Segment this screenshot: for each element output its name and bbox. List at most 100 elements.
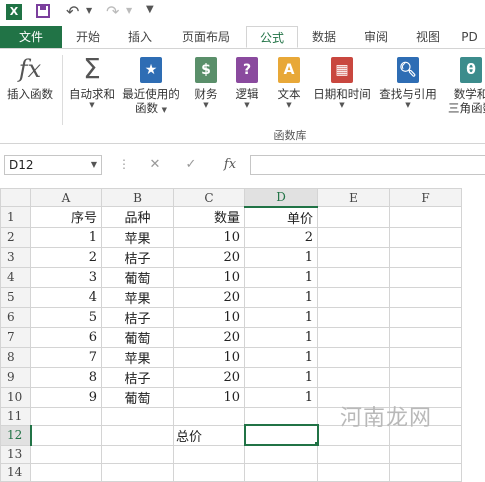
cell[interactable]: 10 [173, 266, 245, 288]
cell[interactable]: 2 [244, 226, 318, 248]
tab-page-layout[interactable]: 页面布局 [166, 26, 246, 48]
cell[interactable] [389, 462, 462, 482]
row-header[interactable]: 8 [0, 346, 31, 368]
cell[interactable]: 8 [30, 366, 102, 388]
insert-function-fx-button[interactable]: fx [214, 155, 246, 175]
save-icon[interactable] [36, 4, 50, 18]
total-price-label[interactable]: 总价 [173, 424, 245, 446]
cell[interactable] [317, 266, 390, 288]
cell[interactable]: 6 [30, 326, 102, 348]
autosum-button[interactable]: Σ 自动求和 ▼ [66, 53, 118, 110]
cell[interactable]: 20 [173, 286, 245, 308]
row-header[interactable]: 10 [0, 386, 31, 408]
cell[interactable]: 苹果 [101, 346, 174, 368]
cell[interactable] [101, 424, 174, 446]
cell[interactable] [173, 444, 245, 464]
cell[interactable] [101, 444, 174, 464]
cell[interactable] [389, 286, 462, 308]
undo-dropdown-icon[interactable]: ▼ [86, 6, 92, 15]
tab-pdf[interactable]: PD [454, 26, 485, 48]
undo-icon[interactable]: ↶ [66, 2, 79, 21]
cell[interactable]: 1 [244, 266, 318, 288]
cell[interactable]: 1 [244, 346, 318, 368]
name-box[interactable]: D12 ▼ [4, 155, 102, 175]
cell[interactable] [317, 444, 390, 464]
column-header[interactable]: E [317, 188, 390, 207]
chevron-down-icon[interactable]: ▼ [91, 156, 97, 174]
recently-used-button[interactable]: ★ 最近使用的 函数 ▼ [120, 53, 182, 117]
cell[interactable]: 品种 [101, 206, 174, 228]
cell[interactable] [389, 266, 462, 288]
cell[interactable] [389, 246, 462, 268]
column-header[interactable]: C [173, 188, 245, 207]
text-button[interactable]: A 文本 ▼ [272, 53, 306, 109]
select-all-corner[interactable] [0, 188, 31, 207]
cell[interactable]: 桔子 [101, 366, 174, 388]
cell[interactable] [317, 346, 390, 368]
column-header-selected[interactable]: D [244, 188, 318, 208]
cell[interactable] [30, 462, 102, 482]
cancel-button[interactable]: ✕ [140, 155, 170, 175]
cell[interactable]: 2 [30, 246, 102, 268]
row-header[interactable]: 14 [0, 462, 31, 482]
cell[interactable] [244, 462, 318, 482]
cell[interactable]: 10 [173, 306, 245, 328]
cell[interactable] [317, 366, 390, 388]
cell[interactable]: 葡萄 [101, 386, 174, 408]
cell[interactable] [389, 366, 462, 388]
cell[interactable] [317, 246, 390, 268]
cell[interactable]: 数量 [173, 206, 245, 228]
tab-file[interactable]: 文件 [0, 26, 62, 48]
cell[interactable]: 20 [173, 246, 245, 268]
cell[interactable] [317, 286, 390, 308]
cell[interactable]: 10 [173, 226, 245, 248]
cell[interactable] [389, 206, 462, 228]
cell[interactable]: 葡萄 [101, 326, 174, 348]
active-cell[interactable] [243, 424, 319, 446]
cell[interactable] [101, 406, 174, 426]
cell[interactable]: 3 [30, 266, 102, 288]
cell[interactable]: 10 [173, 346, 245, 368]
cell[interactable] [30, 444, 102, 464]
cell[interactable] [389, 444, 462, 464]
cell[interactable]: 1 [244, 326, 318, 348]
row-header[interactable]: 1 [0, 206, 31, 228]
tab-review[interactable]: 审阅 [350, 26, 402, 48]
cell[interactable]: 葡萄 [101, 266, 174, 288]
row-header[interactable]: 5 [0, 286, 31, 308]
cell[interactable] [317, 226, 390, 248]
cell[interactable]: 1 [244, 386, 318, 408]
cell[interactable] [317, 326, 390, 348]
row-header[interactable]: 9 [0, 366, 31, 388]
cell[interactable] [317, 306, 390, 328]
cell[interactable] [389, 226, 462, 248]
row-header-selected[interactable]: 12 [0, 424, 32, 446]
cell[interactable]: 1 [30, 226, 102, 248]
column-header[interactable]: B [101, 188, 174, 207]
cell[interactable]: 1 [244, 286, 318, 308]
cell[interactable]: 20 [173, 366, 245, 388]
row-header[interactable]: 4 [0, 266, 31, 288]
cell[interactable]: 4 [30, 286, 102, 308]
row-header[interactable]: 7 [0, 326, 31, 348]
cell[interactable]: 1 [244, 306, 318, 328]
tab-home[interactable]: 开始 [62, 26, 114, 48]
column-header[interactable]: A [30, 188, 102, 207]
lookup-reference-button[interactable]: 🔍︎ 查找与引用 ▼ [376, 53, 440, 109]
cell[interactable]: 序号 [30, 206, 102, 228]
cell[interactable] [173, 462, 245, 482]
row-header[interactable]: 6 [0, 306, 31, 328]
date-time-button[interactable]: ▦ 日期和时间 ▼ [310, 53, 374, 109]
row-header[interactable]: 11 [0, 406, 31, 426]
cell[interactable] [389, 326, 462, 348]
cell[interactable] [101, 462, 174, 482]
cell[interactable]: 1 [244, 366, 318, 388]
cell[interactable] [317, 462, 390, 482]
financial-button[interactable]: $ 财务 ▼ [188, 53, 224, 109]
cell[interactable]: 桔子 [101, 306, 174, 328]
cell[interactable]: 7 [30, 346, 102, 368]
logical-button[interactable]: ? 逻辑 ▼ [230, 53, 264, 109]
cell[interactable] [30, 406, 102, 426]
cell[interactable]: 1 [244, 246, 318, 268]
cell[interactable] [30, 424, 102, 446]
